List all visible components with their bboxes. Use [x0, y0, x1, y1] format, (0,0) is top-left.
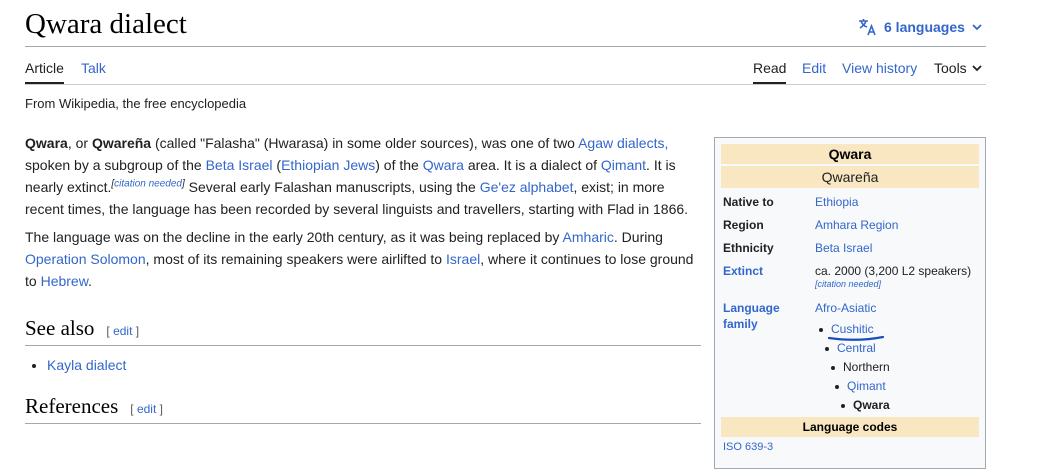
link-ethiopian-jews[interactable]: Ethiopian Jews: [281, 157, 375, 173]
heading-divider: [25, 345, 701, 346]
text: (called "Falasha" (Hwarasa) in some olde…: [151, 135, 579, 151]
bullet-icon: [841, 403, 845, 408]
northern-text: Northern: [843, 360, 890, 374]
section-edit: [ edit ]: [130, 402, 163, 416]
infobox-title: Qwara: [721, 144, 979, 164]
tree-item-qimant: Qimant: [835, 377, 886, 395]
bold-term: Qwareña: [91, 135, 152, 151]
edit-section-link[interactable]: edit: [137, 402, 156, 416]
link-beta-israel[interactable]: Beta Israel: [206, 157, 273, 173]
paragraph-2: The language was on the decline in the e…: [25, 226, 701, 292]
tree-item-central: Central: [825, 339, 876, 357]
citation-needed-link[interactable]: citation needed: [114, 178, 182, 189]
link-qimant[interactable]: Qimant: [601, 157, 646, 173]
section-edit: [ edit ]: [106, 324, 139, 338]
tab-edit[interactable]: Edit: [802, 60, 826, 76]
chevron-down-icon: [972, 24, 982, 31]
bullet-icon: [819, 327, 823, 332]
link-hebrew[interactable]: Hebrew: [41, 273, 88, 289]
tab-article[interactable]: Article: [25, 60, 64, 84]
extinct-value: ca. 2000 (3,200 L2 speakers) [citation n…: [815, 263, 985, 290]
see-also-list: Kayla dialect: [25, 354, 701, 376]
page-title: Qwara dialect: [25, 8, 187, 40]
link-extinct[interactable]: Extinct: [723, 263, 763, 279]
tab-talk[interactable]: Talk: [81, 60, 106, 76]
edit-section-link[interactable]: edit: [113, 324, 132, 338]
iso-code-label[interactable]: ISO 639-3: [723, 441, 773, 453]
language-codes-header: Language codes: [721, 417, 979, 437]
tools-label: Tools: [934, 60, 967, 76]
link-israel[interactable]: Israel: [446, 251, 480, 267]
tab-view-history[interactable]: View history: [842, 60, 917, 76]
citation-needed-link[interactable]: [citation needed]: [815, 279, 985, 290]
text: , most of its remaining speakers were ai…: [145, 251, 446, 267]
list-item: Kayla dialect: [47, 354, 701, 376]
text: ) of the: [375, 157, 423, 173]
citation-needed: [citation needed]: [111, 178, 184, 189]
article-body: Qwara, or Qwareña (called "Falasha" (Hwa…: [25, 132, 701, 298]
tab-read[interactable]: Read: [753, 60, 787, 84]
infobox: Qwara Qwareña Native to Ethiopia Region …: [714, 137, 986, 469]
link-geez-alphabet[interactable]: Ge'ez alphabet: [480, 179, 574, 195]
bracket: ]: [156, 402, 163, 416]
see-also-heading: See also [ edit ]: [25, 316, 701, 341]
row-label: Ethnicity: [723, 241, 774, 255]
bullet-icon: [825, 346, 829, 351]
bracket: ]: [132, 324, 140, 338]
row-label: Region: [723, 218, 764, 232]
row-label: Native to: [723, 195, 774, 209]
tree-item-qwara: Qwara: [841, 396, 890, 414]
link-amhara-region[interactable]: Amhara Region: [815, 217, 985, 233]
bracket: [: [130, 402, 137, 416]
link-amharic[interactable]: Amharic: [563, 229, 614, 245]
text: The language was on the decline in the e…: [25, 229, 563, 245]
tools-menu[interactable]: Tools: [934, 60, 983, 76]
link-agaw-dialects[interactable]: Agaw dialects,: [578, 135, 668, 151]
text: . During: [613, 229, 663, 245]
text: , or: [67, 135, 92, 151]
translate-icon: [859, 19, 876, 36]
link-afro-asiatic[interactable]: Afro-Asiatic: [815, 300, 985, 316]
bullet-icon: [835, 384, 839, 389]
link-beta-israel-infobox[interactable]: Beta Israel: [815, 240, 985, 256]
bold-term: Qwara: [25, 135, 68, 151]
text: .: [88, 273, 92, 289]
page-tabs: Article Talk Read Edit View history Tool…: [25, 56, 986, 86]
link-kayla-dialect[interactable]: Kayla dialect: [47, 357, 126, 373]
text: (: [272, 157, 282, 173]
paragraph-1: Qwara, or Qwareña (called "Falasha" (Hwa…: [25, 132, 701, 220]
languages-button[interactable]: 6 languages: [858, 18, 983, 36]
tree-item-northern: Northern: [831, 358, 890, 376]
link-language-family[interactable]: Language family: [723, 300, 793, 332]
tabs-divider: [25, 84, 986, 85]
link-qimant-infobox[interactable]: Qimant: [847, 379, 886, 393]
link-operation-solomon[interactable]: Operation Solomon: [25, 251, 146, 267]
text: area. It is a dialect of: [463, 157, 601, 173]
extinct-text: ca. 2000 (3,200 L2 speakers): [815, 264, 972, 278]
see-also-section: See also [ edit ] Kayla dialect: [25, 316, 701, 376]
qwara-text: Qwara: [853, 398, 890, 412]
text: Several early Falashan manuscripts, usin…: [184, 179, 480, 195]
link-central[interactable]: Central: [837, 341, 876, 355]
text: spoken by a subgroup of the: [25, 157, 206, 173]
chevron-down-icon: [972, 65, 982, 72]
link-ethiopia[interactable]: Ethiopia: [815, 194, 985, 210]
infobox-native-name: Qwareña: [721, 166, 979, 188]
references-heading: References [ edit ]: [25, 394, 701, 419]
bullet-icon: [831, 365, 835, 370]
references-section: References [ edit ]: [25, 394, 701, 424]
heading-text: See also: [25, 316, 95, 340]
title-divider: [25, 46, 986, 47]
link-qwara[interactable]: Qwara: [423, 157, 464, 173]
heading-divider: [25, 423, 701, 424]
tagline: From Wikipedia, the free encyclopedia: [25, 96, 247, 111]
languages-label: 6 languages: [884, 19, 965, 35]
heading-text: References: [25, 394, 119, 418]
